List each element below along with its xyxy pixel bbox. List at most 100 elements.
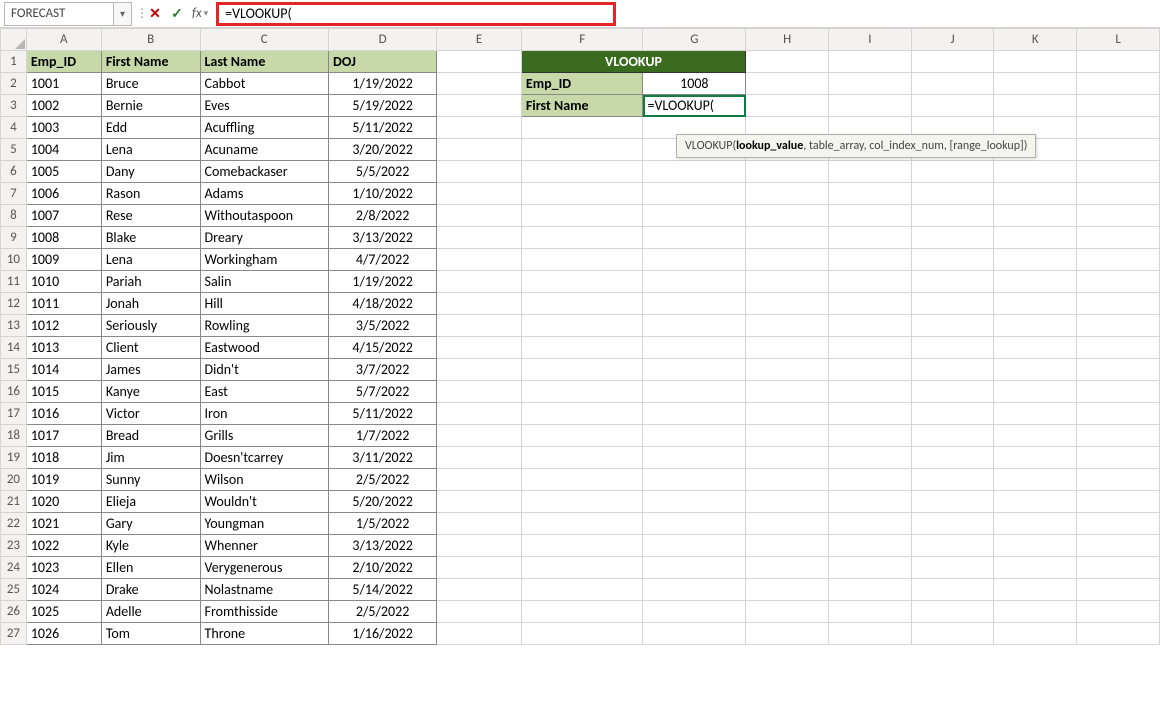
cell-F18[interactable]: [521, 425, 643, 447]
cell-C20[interactable]: Wilson: [200, 469, 329, 491]
cell-I21[interactable]: [829, 491, 912, 513]
row-header-24[interactable]: 24: [1, 557, 27, 579]
cell-G22[interactable]: [643, 513, 746, 535]
cell-F19[interactable]: [521, 447, 643, 469]
cell-D24[interactable]: 2/10/2022: [329, 557, 437, 579]
cell-E20[interactable]: [437, 469, 522, 491]
cell-H20[interactable]: [746, 469, 829, 491]
fx-dropdown-icon[interactable]: ▾: [204, 8, 209, 19]
cell-F27[interactable]: [521, 623, 643, 645]
row-header-20[interactable]: 20: [1, 469, 27, 491]
row-header-11[interactable]: 11: [1, 271, 27, 293]
cell-B9[interactable]: Blake: [101, 227, 200, 249]
cell-B7[interactable]: Rason: [101, 183, 200, 205]
row-header-26[interactable]: 26: [1, 601, 27, 623]
enter-button[interactable]: ✓: [166, 2, 188, 26]
cell-B20[interactable]: Sunny: [101, 469, 200, 491]
cell-J8[interactable]: [911, 205, 994, 227]
cell-C17[interactable]: Iron: [200, 403, 329, 425]
cell-G20[interactable]: [643, 469, 746, 491]
cell-J27[interactable]: [911, 623, 994, 645]
cell-K2[interactable]: [994, 73, 1077, 95]
col-header-C[interactable]: C: [200, 29, 329, 51]
cell-K9[interactable]: [994, 227, 1077, 249]
cell-G15[interactable]: [643, 359, 746, 381]
cell-J12[interactable]: [911, 293, 994, 315]
col-header-G[interactable]: G: [643, 29, 746, 51]
cell-J7[interactable]: [911, 183, 994, 205]
cell-B12[interactable]: Jonah: [101, 293, 200, 315]
cell-A25[interactable]: 1024: [26, 579, 101, 601]
cell-D6[interactable]: 5/5/2022: [329, 161, 437, 183]
cell-K15[interactable]: [994, 359, 1077, 381]
cell-J24[interactable]: [911, 557, 994, 579]
cell-E14[interactable]: [437, 337, 522, 359]
cell-G13[interactable]: [643, 315, 746, 337]
cell-D1[interactable]: DOJ: [329, 51, 437, 73]
cell-D5[interactable]: 3/20/2022: [329, 139, 437, 161]
cell-C21[interactable]: Wouldn't: [200, 491, 329, 513]
cell-H6[interactable]: [746, 161, 829, 183]
cell-L25[interactable]: [1077, 579, 1160, 601]
select-all-corner[interactable]: [1, 29, 27, 51]
formula-input[interactable]: =VLOOKUP(: [216, 2, 616, 26]
row-header-21[interactable]: 21: [1, 491, 27, 513]
name-box-dropdown[interactable]: ▾: [114, 2, 132, 26]
cell-G11[interactable]: [643, 271, 746, 293]
cell-H19[interactable]: [746, 447, 829, 469]
row-header-5[interactable]: 5: [1, 139, 27, 161]
row-header-19[interactable]: 19: [1, 447, 27, 469]
cell-K19[interactable]: [994, 447, 1077, 469]
cell-C11[interactable]: Salin: [200, 271, 329, 293]
cell-I25[interactable]: [829, 579, 912, 601]
cell-B3[interactable]: Bernie: [101, 95, 200, 117]
cell-F26[interactable]: [521, 601, 643, 623]
cell-G9[interactable]: [643, 227, 746, 249]
cell-L22[interactable]: [1077, 513, 1160, 535]
cell-A10[interactable]: 1009: [26, 249, 101, 271]
cell-F16[interactable]: [521, 381, 643, 403]
cell-G19[interactable]: [643, 447, 746, 469]
cell-G10[interactable]: [643, 249, 746, 271]
cell-G3[interactable]: =VLOOKUP(: [643, 95, 746, 117]
row-header-1[interactable]: 1: [1, 51, 27, 73]
cell-D3[interactable]: 5/19/2022: [329, 95, 437, 117]
cell-L23[interactable]: [1077, 535, 1160, 557]
cell-I17[interactable]: [829, 403, 912, 425]
cell-K7[interactable]: [994, 183, 1077, 205]
row-header-14[interactable]: 14: [1, 337, 27, 359]
cell-E18[interactable]: [437, 425, 522, 447]
cell-L13[interactable]: [1077, 315, 1160, 337]
cell-H27[interactable]: [746, 623, 829, 645]
row-header-22[interactable]: 22: [1, 513, 27, 535]
cell-C14[interactable]: Eastwood: [200, 337, 329, 359]
cell-E24[interactable]: [437, 557, 522, 579]
cell-C16[interactable]: East: [200, 381, 329, 403]
cell-C5[interactable]: Acuname: [200, 139, 329, 161]
cell-C6[interactable]: Comebackaser: [200, 161, 329, 183]
cell-H25[interactable]: [746, 579, 829, 601]
cell-L24[interactable]: [1077, 557, 1160, 579]
cell-A22[interactable]: 1021: [26, 513, 101, 535]
cell-L27[interactable]: [1077, 623, 1160, 645]
row-header-12[interactable]: 12: [1, 293, 27, 315]
cell-D9[interactable]: 3/13/2022: [329, 227, 437, 249]
cell-D11[interactable]: 1/19/2022: [329, 271, 437, 293]
cell-D23[interactable]: 3/13/2022: [329, 535, 437, 557]
cell-I22[interactable]: [829, 513, 912, 535]
cell-H26[interactable]: [746, 601, 829, 623]
tooltip-arg1[interactable]: lookup_value: [736, 139, 803, 153]
cell-F12[interactable]: [521, 293, 643, 315]
cell-E9[interactable]: [437, 227, 522, 249]
cell-D16[interactable]: 5/7/2022: [329, 381, 437, 403]
cell-B14[interactable]: Client: [101, 337, 200, 359]
col-header-H[interactable]: H: [746, 29, 829, 51]
cell-E1[interactable]: [437, 51, 522, 73]
cell-J11[interactable]: [911, 271, 994, 293]
cell-E16[interactable]: [437, 381, 522, 403]
cell-H3[interactable]: [746, 95, 829, 117]
cell-B1[interactable]: First Name: [101, 51, 200, 73]
cell-A20[interactable]: 1019: [26, 469, 101, 491]
cell-F22[interactable]: [521, 513, 643, 535]
cell-G18[interactable]: [643, 425, 746, 447]
